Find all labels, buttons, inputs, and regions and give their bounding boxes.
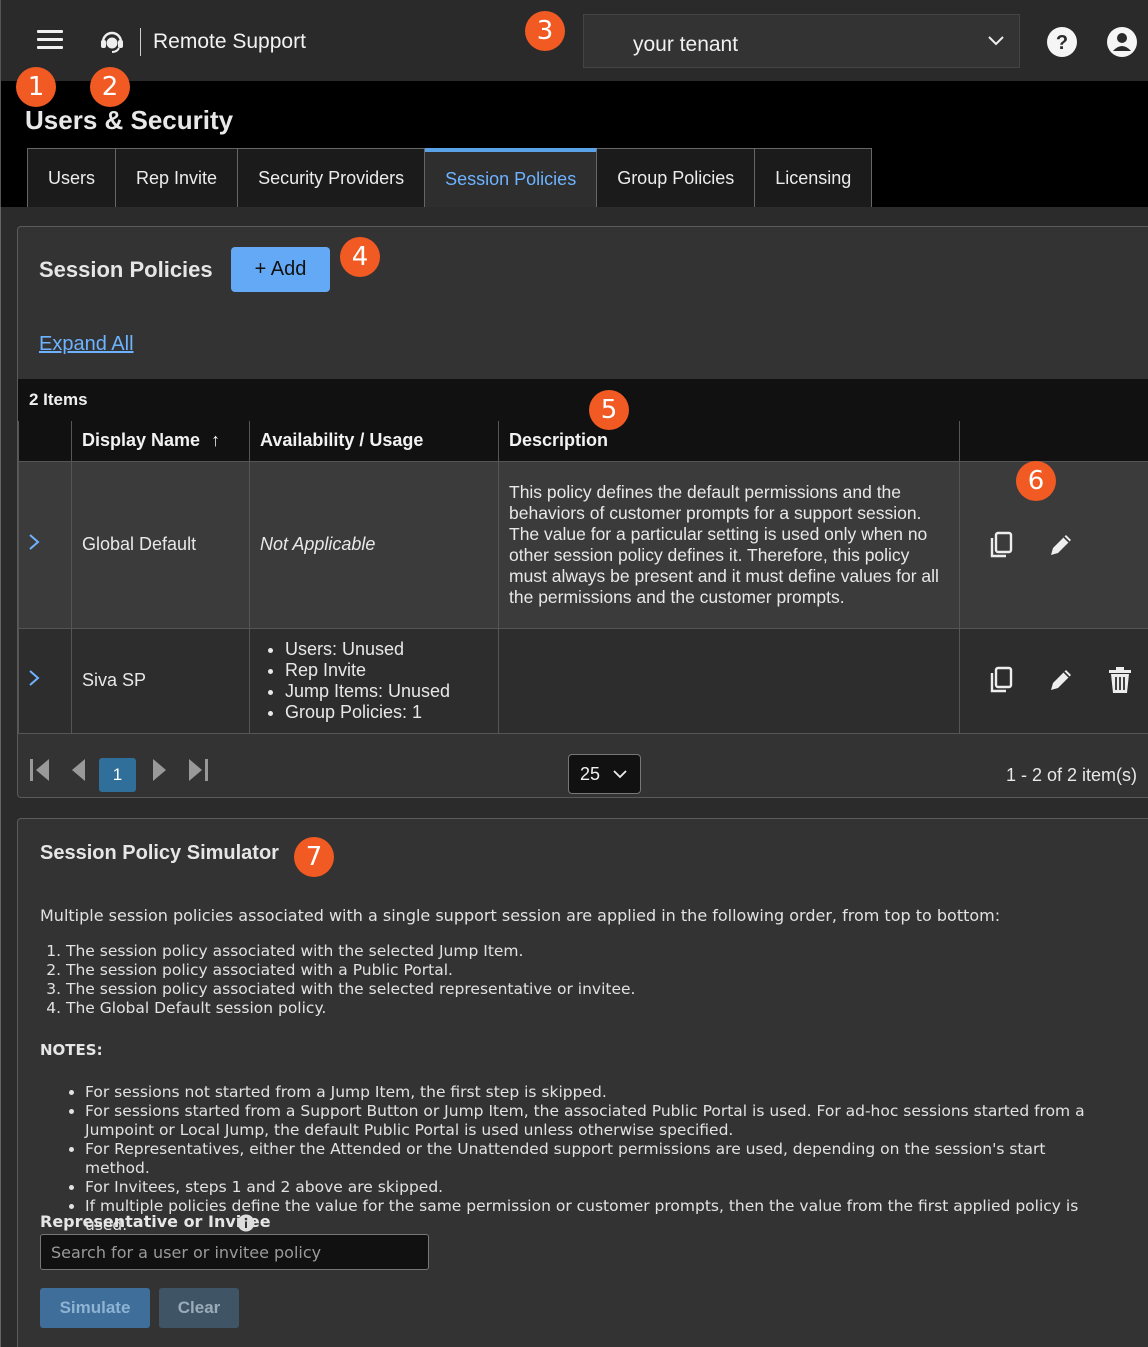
chevron-down-icon bbox=[613, 770, 627, 779]
callout-badge-4: 4 bbox=[340, 237, 380, 277]
expander-column-header bbox=[18, 421, 72, 462]
trash-icon[interactable] bbox=[1106, 665, 1134, 695]
usage-item: Group Policies: 1 bbox=[285, 702, 498, 723]
table-row: Global Default Not Applicable This polic… bbox=[18, 460, 1148, 629]
column-header-display-name[interactable]: Display Name ↑ bbox=[71, 421, 250, 462]
tab-bar: Users Rep Invite Security Providers Sess… bbox=[27, 148, 873, 207]
info-icon[interactable] bbox=[237, 1214, 255, 1232]
row-expand-chevron-icon[interactable] bbox=[18, 627, 72, 734]
tab-licensing[interactable]: Licensing bbox=[755, 149, 872, 207]
tenant-select[interactable]: your tenant bbox=[583, 14, 1020, 68]
svg-text:?: ? bbox=[1056, 32, 1068, 54]
column-header-description[interactable]: Description bbox=[498, 421, 960, 462]
page-size-value: 25 bbox=[580, 764, 601, 784]
row-description: This policy defines the default permissi… bbox=[498, 460, 960, 629]
note-item: For Representatives, either the Attended… bbox=[85, 1140, 1115, 1178]
callout-badge-3: 3 bbox=[525, 11, 565, 51]
simulator-title: Session Policy Simulator bbox=[40, 842, 279, 864]
copy-icon[interactable] bbox=[987, 665, 1015, 695]
last-page-icon[interactable] bbox=[186, 757, 210, 783]
tab-group-policies[interactable]: Group Policies bbox=[597, 149, 756, 207]
current-page-button[interactable]: 1 bbox=[99, 758, 136, 792]
session-policies-title: Session Policies bbox=[39, 257, 213, 282]
order-step: The Global Default session policy. bbox=[66, 999, 635, 1018]
first-page-icon[interactable] bbox=[28, 757, 52, 783]
note-item: For sessions not started from a Jump Ite… bbox=[85, 1083, 1115, 1102]
order-steps-list: The session policy associated with the s… bbox=[66, 942, 635, 1018]
callout-badge-1: 1 bbox=[16, 67, 56, 107]
header-divider bbox=[140, 28, 141, 56]
add-button[interactable]: + Add bbox=[231, 247, 330, 292]
top-bar: Remote Support your tenant ? bbox=[0, 0, 1148, 81]
main-content: Session Policies + Add Expand All 2 Item… bbox=[0, 207, 1148, 1347]
edit-pencil-icon[interactable] bbox=[1046, 665, 1074, 695]
tab-session-policies[interactable]: Session Policies bbox=[425, 148, 598, 207]
clear-button[interactable]: Clear bbox=[159, 1288, 239, 1328]
rep-invitee-search-input[interactable] bbox=[40, 1234, 429, 1270]
order-step: The session policy associated with the s… bbox=[66, 980, 635, 999]
row-availability: Not Applicable bbox=[249, 460, 499, 629]
tenant-label: your tenant bbox=[633, 33, 739, 56]
pager: 1 25 1 - 2 of 2 item(s) bbox=[18, 737, 1148, 799]
expand-all-link[interactable]: Expand All bbox=[39, 333, 134, 356]
tab-security-providers[interactable]: Security Providers bbox=[238, 149, 426, 207]
page-title: Users & Security bbox=[25, 105, 234, 135]
note-item: For sessions started from a Support Butt… bbox=[85, 1102, 1115, 1140]
simulator-panel: Session Policy Simulator Multiple sessio… bbox=[17, 818, 1148, 1347]
column-header-availability[interactable]: Availability / Usage bbox=[249, 421, 499, 462]
help-icon[interactable]: ? bbox=[1046, 26, 1078, 58]
tab-rep-invite[interactable]: Rep Invite bbox=[116, 149, 239, 207]
usage-list: Users: Unused Rep Invite Jump Items: Unu… bbox=[260, 639, 498, 723]
sort-ascending-icon: ↑ bbox=[211, 430, 221, 451]
session-policies-panel: Session Policies + Add Expand All 2 Item… bbox=[17, 226, 1148, 798]
callout-badge-5: 5 bbox=[589, 390, 629, 430]
order-step: The session policy associated with the s… bbox=[66, 942, 635, 961]
simulator-intro: Multiple session policies associated wit… bbox=[40, 906, 1001, 925]
note-item: For Invitees, steps 1 and 2 above are sk… bbox=[85, 1178, 1115, 1197]
row-display-name: Siva SP bbox=[71, 627, 250, 734]
usage-item: Users: Unused bbox=[285, 639, 498, 660]
page-size-select[interactable]: 25 bbox=[568, 754, 641, 794]
row-expand-chevron-icon[interactable] bbox=[18, 460, 72, 629]
app-title: Remote Support bbox=[153, 30, 306, 53]
actions-column-header bbox=[959, 421, 1148, 462]
row-description bbox=[498, 627, 960, 734]
previous-page-icon[interactable] bbox=[68, 757, 92, 783]
menu-icon[interactable] bbox=[37, 30, 63, 50]
callout-badge-7: 7 bbox=[294, 837, 334, 877]
user-account-icon[interactable] bbox=[1106, 26, 1138, 58]
page-header: Users & Security Users Rep Invite Securi… bbox=[0, 81, 1148, 207]
simulate-button[interactable]: Simulate bbox=[40, 1288, 150, 1328]
callout-badge-6: 6 bbox=[1016, 461, 1056, 501]
next-page-icon[interactable] bbox=[146, 757, 170, 783]
column-header-label: Display Name bbox=[82, 430, 201, 451]
notes-label: NOTES: bbox=[40, 1041, 103, 1059]
session-policies-table: Display Name ↑ Availability / Usage Desc… bbox=[18, 421, 1148, 734]
usage-item: Jump Items: Unused bbox=[285, 681, 498, 702]
order-step: The session policy associated with a Pub… bbox=[66, 961, 635, 980]
headset-logo-icon bbox=[101, 31, 123, 53]
tab-users[interactable]: Users bbox=[28, 149, 117, 207]
copy-icon[interactable] bbox=[987, 530, 1015, 560]
chevron-down-icon bbox=[988, 36, 1004, 46]
row-display-name: Global Default bbox=[71, 460, 250, 629]
edit-pencil-icon[interactable] bbox=[1046, 530, 1074, 560]
item-count: 2 Items bbox=[18, 379, 1148, 421]
usage-item: Rep Invite bbox=[285, 660, 498, 681]
callout-badge-2: 2 bbox=[90, 67, 130, 107]
pager-info: 1 - 2 of 2 item(s) bbox=[1005, 765, 1137, 785]
table-row: Siva SP Users: Unused Rep Invite Jump It… bbox=[18, 627, 1148, 734]
row-actions bbox=[959, 627, 1148, 734]
row-usage: Users: Unused Rep Invite Jump Items: Unu… bbox=[249, 627, 499, 734]
